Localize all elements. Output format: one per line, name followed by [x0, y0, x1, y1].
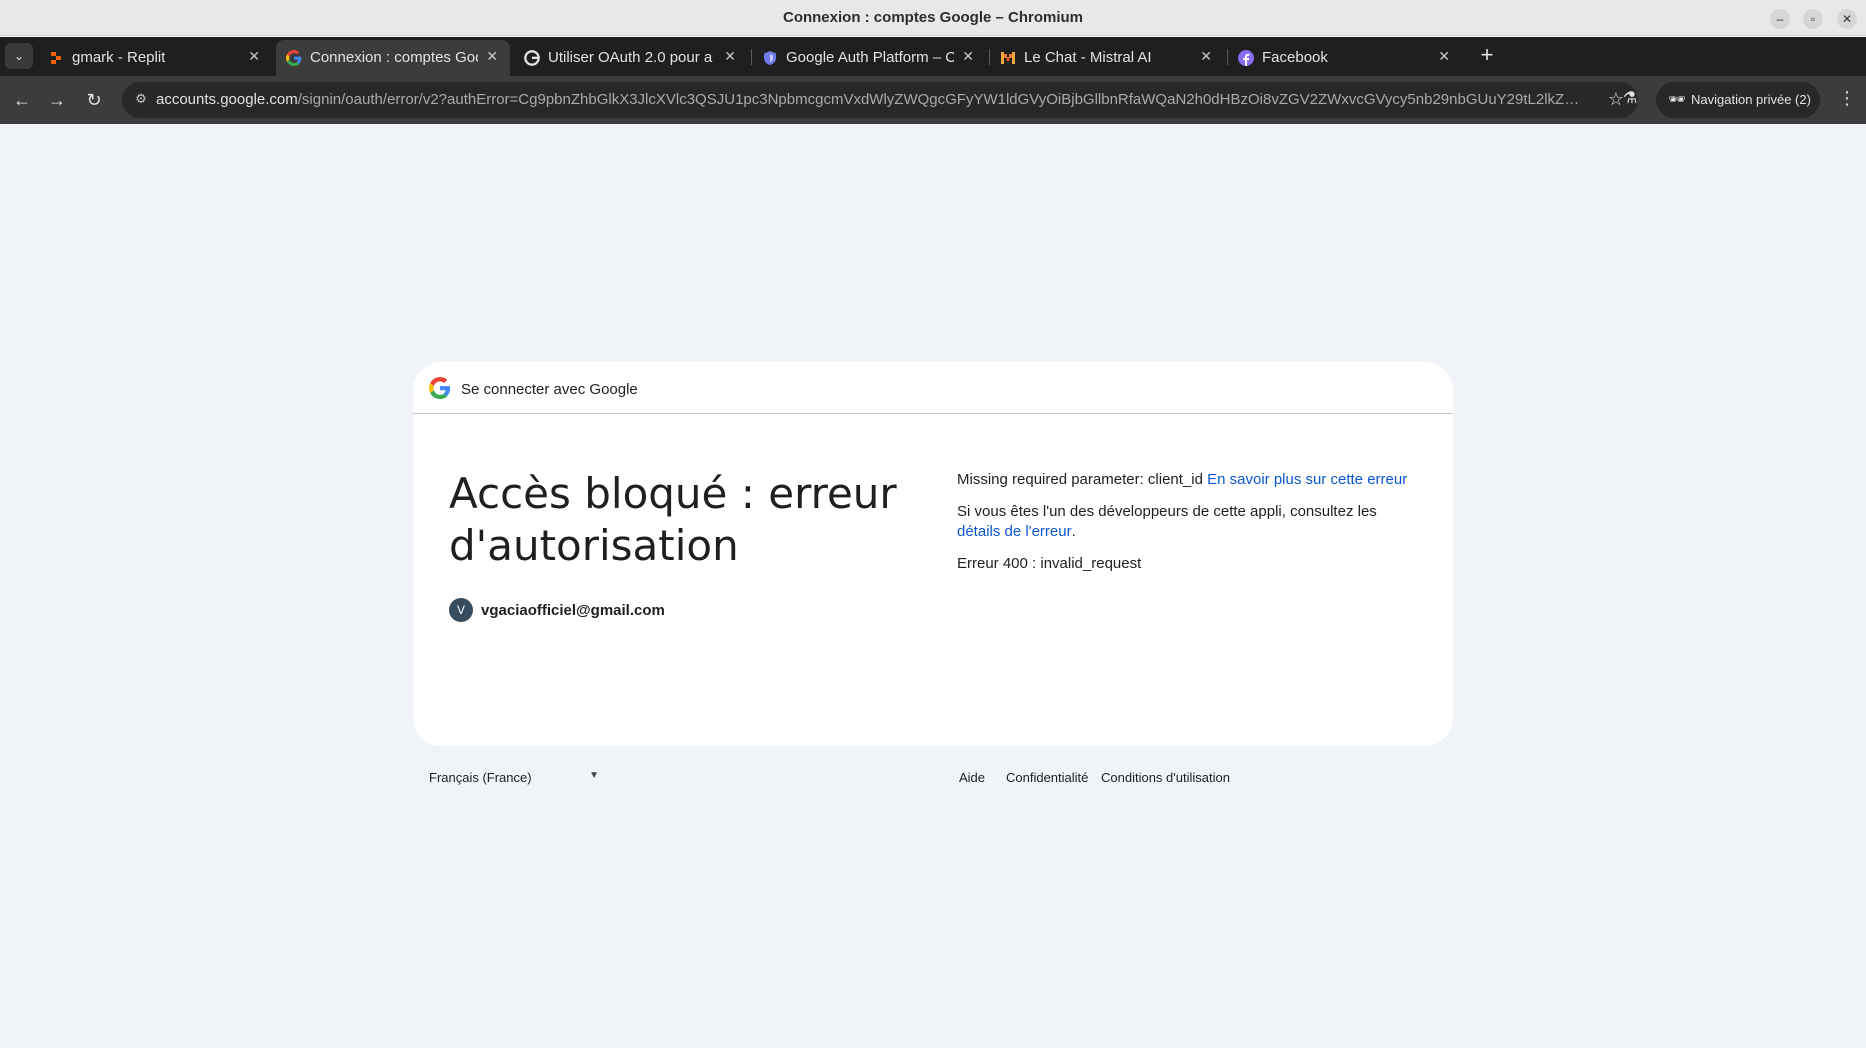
google-logo-icon: [429, 377, 451, 399]
browser-menu-icon[interactable]: ⋮: [1838, 88, 1856, 109]
error-code: Erreur 400 : invalid_request: [957, 555, 1142, 572]
privacy-link[interactable]: Confidentialité: [1006, 770, 1088, 785]
missing-param-line: Missing required parameter: client_id En…: [957, 470, 1417, 490]
site-info-icon[interactable]: ⚙: [132, 91, 150, 109]
incognito-label: Navigation privée (2): [1691, 92, 1811, 107]
help-link[interactable]: Aide: [959, 770, 985, 785]
tab-close-icon[interactable]: ✕: [724, 48, 736, 65]
shield-icon: [764, 51, 776, 65]
avatar: V: [449, 598, 473, 622]
tab-mistral[interactable]: Le Chat - Mistral AI ✕: [990, 40, 1224, 76]
mistral-icon: [1001, 52, 1015, 64]
account-email: vgaciaofficiel@gmail.com: [481, 602, 665, 619]
new-tab-button[interactable]: +: [1473, 41, 1501, 69]
tab-close-icon[interactable]: ✕: [1438, 48, 1450, 65]
tab-facebook[interactable]: Facebook ✕: [1228, 40, 1462, 76]
tab-strip: ⌄ gmark - Replit ✕ Connexion : comptes G…: [0, 37, 1866, 76]
incognito-indicator[interactable]: 🕶 Navigation privée (2): [1656, 82, 1820, 118]
browser-toolbar: ← → ↻ ⚙ accounts.google.com/signin/oauth…: [0, 76, 1866, 124]
tab-google-auth-platform[interactable]: Google Auth Platform – C ✕: [752, 40, 986, 76]
tab-close-icon[interactable]: ✕: [1200, 48, 1212, 65]
tab-google-signin[interactable]: Connexion : comptes Google ✕: [276, 40, 510, 76]
language-selector[interactable]: Français (France) ▼: [429, 770, 599, 785]
tab-search-button[interactable]: ⌄: [5, 43, 33, 69]
error-details: Missing required parameter: client_id En…: [957, 470, 1417, 586]
tab-label: Utiliser OAuth 2.0 pour a: [548, 49, 713, 66]
replit-icon: [51, 52, 61, 64]
close-window-button[interactable]: ✕: [1837, 9, 1857, 29]
window-titlebar: Connexion : comptes Google – Chromium – …: [0, 0, 1866, 36]
labs-flask-icon[interactable]: ⚗: [1623, 88, 1637, 108]
card-header: Se connecter avec Google: [413, 362, 1453, 414]
tab-oauth-docs[interactable]: Utiliser OAuth 2.0 pour a ✕: [514, 40, 748, 76]
google-icon: [524, 50, 540, 66]
url-path: /signin/oauth/error/v2?authError=Cg9pbnZ…: [297, 91, 1586, 108]
dropdown-caret-icon: ▼: [589, 770, 599, 781]
minimize-button[interactable]: –: [1770, 9, 1790, 29]
tab-close-icon[interactable]: ✕: [962, 48, 974, 65]
facebook-icon: [1238, 50, 1254, 66]
terms-link[interactable]: Conditions d'utilisation: [1101, 770, 1230, 785]
tab-close-icon[interactable]: ✕: [486, 48, 498, 65]
card-header-text: Se connecter avec Google: [461, 381, 638, 398]
tab-label: Google Auth Platform – C: [786, 49, 954, 66]
tab-close-icon[interactable]: ✕: [248, 48, 260, 65]
error-details-link[interactable]: détails de l'erreur: [957, 523, 1072, 540]
address-bar[interactable]: ⚙ accounts.google.com/signin/oauth/error…: [122, 82, 1638, 118]
page-title: Accès bloqué : erreur d'autorisation: [449, 469, 897, 570]
tab-label: Le Chat - Mistral AI: [1024, 49, 1152, 66]
tab-label: gmark - Replit: [72, 49, 166, 66]
tab-replit[interactable]: gmark - Replit ✕: [38, 40, 272, 76]
tab-label: Facebook: [1262, 49, 1328, 66]
url-text[interactable]: accounts.google.com/signin/oauth/error/v…: [156, 91, 1586, 108]
incognito-icon: 🕶: [1668, 91, 1686, 107]
google-icon: [286, 50, 302, 66]
url-host: accounts.google.com: [156, 91, 298, 108]
back-button[interactable]: ←: [10, 88, 34, 112]
language-value: Français (France): [429, 770, 532, 785]
learn-more-link[interactable]: En savoir plus sur cette erreur: [1207, 471, 1407, 488]
developer-line: Si vous êtes l'un des développeurs de ce…: [957, 502, 1417, 542]
missing-param-text: Missing required parameter: client_id: [957, 471, 1203, 488]
forward-button[interactable]: →: [45, 88, 69, 112]
developer-text: Si vous êtes l'un des développeurs de ce…: [957, 503, 1377, 520]
page-footer: Français (France) ▼ Aide Confidentialité…: [413, 766, 1453, 790]
window-title: Connexion : comptes Google – Chromium: [782, 9, 1084, 26]
reload-button[interactable]: ↻: [82, 88, 106, 112]
bookmark-star-icon[interactable]: ☆: [1608, 89, 1624, 110]
restore-button[interactable]: ▫: [1803, 9, 1823, 29]
tab-label: Connexion : comptes Google: [310, 49, 478, 66]
developer-period: .: [1071, 523, 1076, 540]
signin-error-card: Se connecter avec Google Accès bloqué : …: [413, 362, 1453, 746]
